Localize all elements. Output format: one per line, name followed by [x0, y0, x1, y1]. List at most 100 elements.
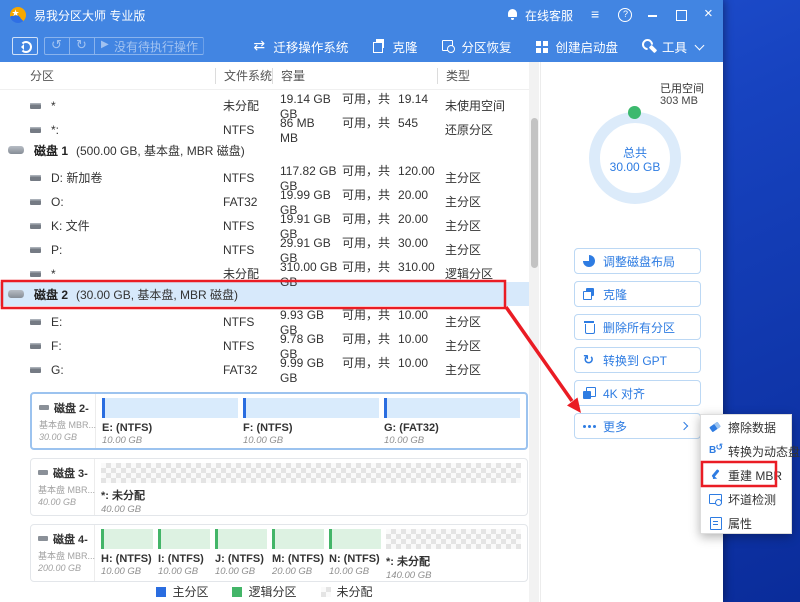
partition-cell[interactable]: I: (NTFS)10.00 GB: [158, 529, 210, 581]
partition-bar-unalloc: [386, 529, 521, 549]
close-button[interactable]: [695, 0, 723, 30]
partition-name-cell: O:: [0, 195, 215, 209]
sidebar-button-more[interactable]: 更多: [574, 413, 701, 439]
partition-cell[interactable]: E: (NTFS)10.00 GB: [102, 398, 238, 448]
type-cell: 主分区: [437, 193, 529, 210]
partition-cell[interactable]: M: (NTFS)20.00 GB: [272, 529, 324, 581]
capacity-free: 29.91 GB: [280, 236, 342, 250]
table-row[interactable]: *未分配19.14 GB可用，共19.14 GB未使用空间: [0, 90, 529, 114]
minimize-icon: [646, 8, 660, 22]
boot-icon: [535, 39, 549, 53]
execute-pending-button[interactable]: 没有待执行操作: [94, 37, 204, 55]
help-button[interactable]: [611, 0, 639, 30]
menu-item-mbr[interactable]: 重建 MBR: [701, 463, 791, 487]
partition-name-cell: *: [0, 99, 215, 113]
partition-cell[interactable]: J: (NTFS)10.00 GB: [215, 529, 267, 581]
table-row[interactable]: O:FAT3219.99 GB可用，共20.00 GB主分区: [0, 186, 529, 210]
column-header-type[interactable]: 类型: [437, 68, 529, 84]
partition-cell[interactable]: H: (NTFS)10.00 GB: [101, 529, 153, 581]
disk-panel[interactable]: 磁盘 3-基本盘 MBR...40.00 GB*: 未分配40.00 GB: [30, 458, 528, 516]
menu-item-properties[interactable]: 属性: [701, 511, 791, 535]
sidebar-button-delete[interactable]: 删除所有分区: [574, 314, 701, 340]
minimize-button[interactable]: [639, 0, 667, 30]
disk-row[interactable]: 磁盘 2(30.00 GB, 基本盘, MBR 磁盘): [0, 282, 529, 306]
toolbar-menu-recover[interactable]: 分区恢复: [429, 30, 523, 62]
partition-label: F: (NTFS): [243, 422, 379, 434]
partition-cell[interactable]: *: 未分配140.00 GB: [386, 529, 521, 581]
legend-swatch-logical: [232, 587, 242, 597]
redo-button[interactable]: [69, 37, 94, 55]
sidebar-button-layout[interactable]: 调整磁盘布局: [574, 248, 701, 274]
partition-size: 10.00 GB: [102, 435, 238, 446]
legend-label: 主分区: [172, 583, 208, 600]
clonew-icon: [372, 39, 386, 53]
toolbar-menu-tools[interactable]: 工具: [630, 30, 719, 62]
disk-panel-size: 30.00 GB: [39, 432, 95, 442]
partition-cell[interactable]: G: (FAT32)10.00 GB: [384, 398, 520, 448]
partition-table: *未分配19.14 GB可用，共19.14 GB未使用空间*:NTFS86 MB…: [0, 90, 529, 378]
app-title: 易我分区大师 专业版: [34, 7, 145, 24]
disk-panel[interactable]: 磁盘 2-基本盘 MBR...30.00 GBE: (NTFS)10.00 GB…: [30, 392, 528, 450]
table-row[interactable]: K: 文件NTFS19.91 GB可用，共20.00 GB主分区: [0, 210, 529, 234]
scrollbar-thumb[interactable]: [531, 118, 538, 268]
partition-cell[interactable]: N: (NTFS)10.00 GB: [329, 529, 381, 581]
sidebar-button-label: 调整磁盘布局: [603, 253, 675, 270]
capacity-free: 310.00 GB: [280, 260, 342, 274]
capacity-free: 19.14 GB: [280, 92, 342, 106]
used-space-label: 已用空间: [660, 80, 704, 96]
partition-name: F:: [51, 339, 62, 353]
table-row[interactable]: D: 新加卷NTFS117.82 GB可用，共120.00 GB主分区: [0, 162, 529, 186]
partition-size: 140.00 GB: [386, 570, 521, 581]
sidebar-button-label: 更多: [603, 418, 627, 435]
menu-item-dynamic[interactable]: 转换为动态盘: [701, 439, 791, 463]
toolbar-menu-clonew[interactable]: 克隆: [360, 30, 429, 62]
column-header-capacity[interactable]: 容量: [272, 68, 437, 84]
partition-name-cell: G:: [0, 363, 215, 377]
column-header-partition[interactable]: 分区: [0, 67, 215, 84]
menu-item-erase[interactable]: 擦除数据: [701, 415, 791, 439]
sidebar-button-align4k[interactable]: 4K 对齐: [574, 380, 701, 406]
sidebar-button-cloneb[interactable]: 克隆: [574, 281, 701, 307]
menu-list-button[interactable]: [583, 0, 611, 30]
type-cell: 逻辑分区: [437, 265, 529, 282]
capacity-label: 可用，共: [342, 212, 390, 226]
partition-bar-logical: [215, 529, 267, 549]
help-icon: [618, 8, 632, 22]
partition-bar-logical: [158, 529, 210, 549]
layout-icon: [583, 255, 596, 268]
sidebar-button-convert[interactable]: 转换到 GPT: [574, 347, 701, 373]
partition-name: E:: [51, 315, 62, 329]
capacity-label: 可用，共: [342, 356, 390, 370]
undo-button[interactable]: [44, 37, 69, 55]
table-row[interactable]: F:NTFS9.78 GB可用，共10.00 GB主分区: [0, 330, 529, 354]
table-row[interactable]: *未分配310.00 GB可用，共310.00 GB逻辑分区: [0, 258, 529, 282]
capacity-label: 可用，共: [342, 308, 390, 322]
partition-cell[interactable]: F: (NTFS)10.00 GB: [243, 398, 379, 448]
toolbar-menu-migrate[interactable]: 迁移操作系统: [241, 30, 360, 62]
partition-cell[interactable]: *: 未分配40.00 GB: [101, 463, 521, 515]
table-row[interactable]: G:FAT329.99 GB可用，共10.00 GB主分区: [0, 354, 529, 378]
play-icon: [100, 39, 114, 53]
disk-panel-subtitle: 基本盘 MBR...: [39, 418, 95, 431]
table-row[interactable]: P:NTFS29.91 GB可用，共30.00 GB主分区: [0, 234, 529, 258]
column-header-filesystem[interactable]: 文件系统: [215, 68, 272, 84]
sidebar-actions: 调整磁盘布局克隆删除所有分区转换到 GPT 4K 对齐更多: [574, 248, 701, 439]
table-row[interactable]: E:NTFS9.93 GB可用，共10.00 GB主分区: [0, 306, 529, 330]
table-header: 分区 文件系统 容量 类型: [0, 62, 529, 90]
filesystem-cell: 未分配: [215, 97, 272, 114]
chevron-down-icon: [693, 39, 707, 53]
disk-panel[interactable]: 磁盘 4-基本盘 MBR...200.00 GBH: (NTFS)10.00 G…: [30, 524, 528, 582]
filesystem-cell: FAT32: [215, 195, 272, 209]
table-row[interactable]: *:NTFS86 MB可用，共545 MB还原分区: [0, 114, 529, 138]
refresh-button[interactable]: [12, 37, 38, 55]
toolbar-menu-boot[interactable]: 创建启动盘: [523, 30, 630, 62]
menu-item-badsector[interactable]: 坏道检测: [701, 487, 791, 511]
sidebar-button-label: 转换到 GPT: [603, 352, 667, 369]
maximize-button[interactable]: [667, 0, 695, 30]
online-support-button[interactable]: 在线客服: [496, 0, 583, 30]
disk-panel-label: 磁盘 4-基本盘 MBR...200.00 GB: [31, 525, 95, 581]
partition-label: J: (NTFS): [215, 553, 267, 565]
disk-icon: [8, 144, 26, 156]
filesystem-cell: NTFS: [215, 339, 272, 353]
disk-row[interactable]: 磁盘 1(500.00 GB, 基本盘, MBR 磁盘): [0, 138, 529, 162]
